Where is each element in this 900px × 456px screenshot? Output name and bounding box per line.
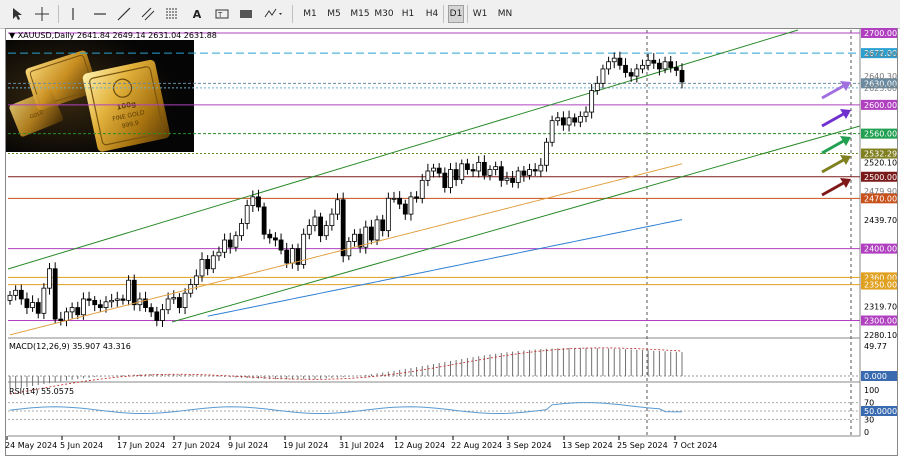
timeframe-mn-button[interactable]: MN bbox=[496, 5, 514, 23]
cursor-icon[interactable] bbox=[8, 5, 26, 23]
timeframe-m30-button[interactable]: M30 bbox=[374, 5, 394, 23]
horizontal-line-icon[interactable] bbox=[90, 5, 110, 23]
label-tool-icon[interactable]: T bbox=[212, 5, 232, 23]
timeframe-m5-button[interactable]: M5 bbox=[326, 5, 342, 23]
crosshair-icon[interactable] bbox=[32, 5, 52, 23]
vertical-line-icon[interactable] bbox=[64, 5, 82, 23]
timeframe-m15-button[interactable]: M15 bbox=[350, 5, 370, 23]
trendline-icon[interactable] bbox=[114, 5, 134, 23]
equidistant-channel-icon[interactable] bbox=[138, 5, 158, 23]
svg-text:T: T bbox=[217, 11, 223, 19]
timeframe-w1-button[interactable]: W1 bbox=[472, 5, 488, 23]
toolbar: A T M1 M5 M15 M30 H1 H4 D1 W1 MN bbox=[0, 0, 900, 29]
timeframe-h4-button[interactable]: H4 bbox=[424, 5, 440, 23]
fibonacci-icon[interactable] bbox=[162, 5, 182, 23]
text-tool-icon[interactable]: A bbox=[188, 5, 206, 23]
gold-bars-image: 100g FINE GOLD 999.9 GOLD bbox=[6, 40, 194, 152]
timeframe-m1-button[interactable]: M1 bbox=[302, 5, 318, 23]
timeframe-d1-button[interactable]: D1 bbox=[448, 5, 464, 23]
rectangle-icon[interactable] bbox=[236, 5, 256, 23]
shapes-dropdown-icon[interactable] bbox=[262, 5, 286, 23]
timeframe-h1-button[interactable]: H1 bbox=[400, 5, 416, 23]
